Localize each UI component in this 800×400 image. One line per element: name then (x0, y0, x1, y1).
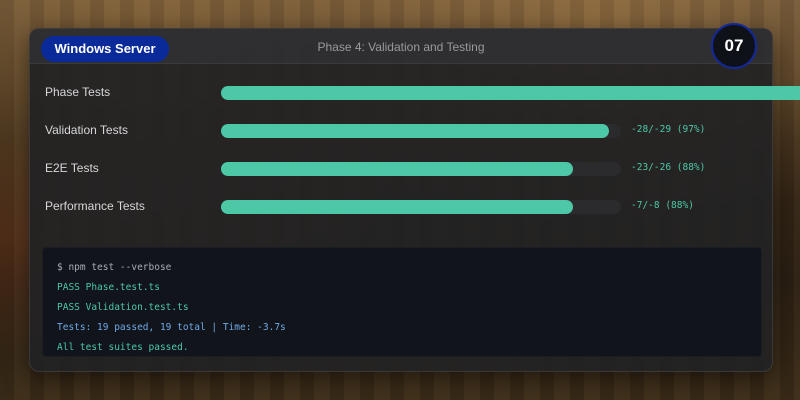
progress-bar (221, 124, 621, 138)
terminal-result: All test suites passed. (57, 342, 189, 353)
terminal-pass-line: PASS Phase.test.ts (57, 282, 160, 293)
progress-bar (221, 86, 800, 100)
terminal-summary: Tests: 19 passed, 19 total | Time: -3.7s (57, 322, 286, 333)
panel-header: Windows Server Phase 4: Validation and T… (30, 29, 772, 64)
terminal-command: $ npm test --verbose (57, 262, 172, 273)
progress-bar (221, 162, 621, 176)
test-row-performance: Performance Tests -7/-8 (88%) (30, 197, 800, 217)
progress-bar-fill (221, 124, 609, 138)
progress-bar (221, 200, 621, 214)
test-label: Performance Tests (45, 199, 145, 213)
test-row-phase: Phase Tests (30, 83, 800, 103)
test-row-e2e: E2E Tests -23/-26 (88%) (30, 159, 800, 179)
terminal-pass-line: PASS Validation.test.ts (57, 302, 189, 313)
test-row-validation: Validation Tests -28/-29 (97%) (30, 121, 800, 141)
test-stat: -28/-29 (97%) (631, 124, 706, 135)
test-stat: -23/-26 (88%) (631, 162, 706, 173)
test-label: Validation Tests (45, 123, 128, 137)
progress-bar-fill (221, 200, 573, 214)
step-number-badge: 07 (711, 23, 757, 69)
os-badge: Windows Server (41, 36, 169, 62)
terminal-output: $ npm test --verbose PASS Phase.test.ts … (42, 247, 762, 357)
test-label: E2E Tests (45, 161, 99, 175)
progress-bar-fill (221, 86, 800, 100)
phase-title: Phase 4: Validation and Testing (317, 40, 485, 54)
test-label: Phase Tests (45, 85, 111, 99)
test-stat: -7/-8 (88%) (631, 200, 694, 211)
progress-bar-fill (221, 162, 573, 176)
test-progress-panel: Windows Server Phase 4: Validation and T… (29, 23, 800, 372)
